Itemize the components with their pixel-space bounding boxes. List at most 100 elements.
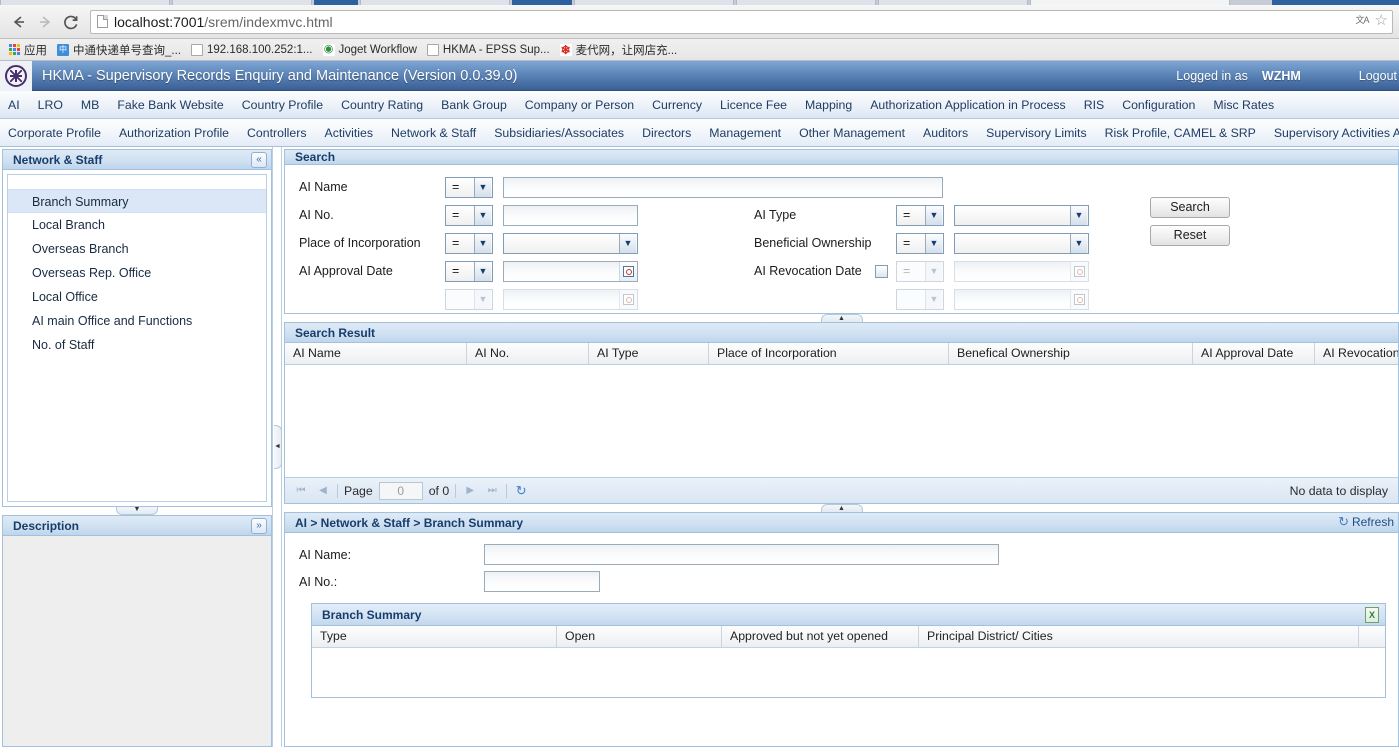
column-header[interactable]: AI Revocation Date bbox=[1315, 343, 1398, 364]
sidebar-item-branch-summary[interactable]: Branch Summary bbox=[8, 189, 266, 213]
calendar-icon[interactable] bbox=[1070, 290, 1088, 309]
menu-item-bank-group[interactable]: Bank Group bbox=[432, 91, 516, 119]
sidebar-item-no-of-staff[interactable]: No. of Staff bbox=[8, 333, 266, 357]
refresh-icon[interactable]: ↻ bbox=[1338, 515, 1349, 529]
date-input[interactable] bbox=[504, 290, 619, 309]
menu-item-currency[interactable]: Currency bbox=[643, 91, 711, 119]
submenu-item-management[interactable]: Management bbox=[700, 119, 790, 147]
date-input-group[interactable] bbox=[503, 289, 638, 310]
triangle-up-icon[interactable]: ▲ bbox=[821, 504, 863, 512]
refresh-icon[interactable]: ↻ bbox=[513, 483, 529, 499]
sidebar-item-local-office[interactable]: Local Office bbox=[8, 285, 266, 309]
search-result-splitter[interactable]: ▲ bbox=[284, 314, 1399, 322]
value-select[interactable]: ▼ bbox=[954, 233, 1089, 254]
operator-select[interactable]: =▼ bbox=[896, 261, 944, 282]
operator-select[interactable]: =▼ bbox=[445, 233, 493, 254]
result-detail-splitter[interactable]: ▲ bbox=[284, 504, 1399, 512]
enable-checkbox[interactable] bbox=[875, 265, 888, 278]
calendar-icon[interactable] bbox=[619, 290, 637, 309]
text-input[interactable] bbox=[503, 177, 943, 198]
sidebar-item-local-branch[interactable]: Local Branch bbox=[8, 213, 266, 237]
date-input-group[interactable] bbox=[954, 261, 1089, 282]
bookmark-item[interactable]: 中 中通快递单号查询_... bbox=[54, 41, 186, 59]
menu-item-ai[interactable]: AI bbox=[0, 91, 29, 119]
chevron-double-left-icon[interactable]: « bbox=[251, 152, 267, 168]
column-header[interactable]: AI No. bbox=[467, 343, 589, 364]
calendar-icon[interactable] bbox=[1070, 262, 1088, 281]
menu-item-mapping[interactable]: Mapping bbox=[796, 91, 861, 119]
reset-button[interactable]: Reset bbox=[1150, 225, 1230, 246]
menu-item-mb[interactable]: MB bbox=[72, 91, 108, 119]
menu-item-configuration[interactable]: Configuration bbox=[1113, 91, 1204, 119]
menu-item-country-profile[interactable]: Country Profile bbox=[233, 91, 332, 119]
operator-select[interactable]: =▼ bbox=[445, 177, 493, 198]
next-page-icon[interactable]: ▶ bbox=[462, 483, 478, 499]
operator-select[interactable]: ▼ bbox=[445, 289, 493, 310]
bookmark-item[interactable]: 192.168.100.252:1... bbox=[188, 43, 318, 57]
main-horizontal-splitter[interactable]: ◄ bbox=[272, 147, 282, 747]
submenu-item-auditors[interactable]: Auditors bbox=[914, 119, 977, 147]
submenu-item-network-staff[interactable]: Network & Staff bbox=[382, 119, 485, 147]
search-button[interactable]: Search bbox=[1150, 197, 1230, 218]
menu-item-licence-fee[interactable]: Licence Fee bbox=[711, 91, 796, 119]
submenu-item-controllers[interactable]: Controllers bbox=[238, 119, 315, 147]
date-input[interactable] bbox=[504, 262, 619, 281]
column-header[interactable]: Place of Incorporation bbox=[709, 343, 949, 364]
sidebar-item-overseas-branch[interactable]: Overseas Branch bbox=[8, 237, 266, 261]
menu-item-fake-bank-website[interactable]: Fake Bank Website bbox=[108, 91, 232, 119]
column-header[interactable]: Benefical Ownership bbox=[949, 343, 1193, 364]
menu-item-country-rating[interactable]: Country Rating bbox=[332, 91, 432, 119]
submenu-item-authorization-profile[interactable]: Authorization Profile bbox=[110, 119, 238, 147]
date-input[interactable] bbox=[955, 262, 1070, 281]
operator-select[interactable]: =▼ bbox=[445, 205, 493, 226]
prev-page-icon[interactable]: ◀ bbox=[315, 483, 331, 499]
bookmark-item[interactable]: HKMA - EPSS Sup... bbox=[424, 43, 555, 57]
forward-arrow-icon[interactable] bbox=[32, 9, 58, 35]
operator-select[interactable]: =▼ bbox=[896, 205, 944, 226]
triangle-up-icon[interactable]: ▲ bbox=[821, 314, 863, 322]
submenu-item-subsidiaries-associates[interactable]: Subsidiaries/Associates bbox=[485, 119, 633, 147]
menu-item-ris[interactable]: RIS bbox=[1075, 91, 1114, 119]
submenu-item-supervisory-activities-and-plans[interactable]: Supervisory Activities And Plans bbox=[1265, 119, 1399, 147]
date-input-group[interactable] bbox=[503, 261, 638, 282]
page-number-input[interactable]: 0 bbox=[379, 482, 423, 500]
date-input[interactable] bbox=[955, 290, 1070, 309]
sidebar-item-overseas-rep-office[interactable]: Overseas Rep. Office bbox=[8, 261, 266, 285]
calendar-icon[interactable] bbox=[619, 262, 637, 281]
menu-item-authorization-application-in-process[interactable]: Authorization Application in Process bbox=[861, 91, 1075, 119]
logout-link[interactable]: Logout bbox=[1359, 69, 1399, 83]
submenu-item-corporate-profile[interactable]: Corporate Profile bbox=[0, 119, 110, 147]
bookmark-apps[interactable]: 应用 bbox=[6, 41, 52, 59]
submenu-item-other-management[interactable]: Other Management bbox=[790, 119, 914, 147]
reload-icon[interactable] bbox=[58, 9, 84, 35]
sidebar-item-ai-main-office-and-functions[interactable]: AI main Office and Functions bbox=[8, 309, 266, 333]
translate-icon[interactable]: 文A bbox=[1355, 13, 1370, 28]
triangle-left-icon[interactable]: ◄ bbox=[274, 425, 282, 469]
column-header[interactable]: AI Type bbox=[589, 343, 709, 364]
menu-item-company-or-person[interactable]: Company or Person bbox=[516, 91, 643, 119]
menu-item-lro[interactable]: LRO bbox=[29, 91, 72, 119]
chevron-double-down-icon[interactable]: » bbox=[251, 518, 267, 534]
back-arrow-icon[interactable] bbox=[6, 9, 32, 35]
value-select[interactable]: ▼ bbox=[954, 205, 1089, 226]
refresh-label[interactable]: Refresh bbox=[1352, 515, 1394, 529]
operator-select[interactable]: ▼ bbox=[896, 289, 944, 310]
column-header[interactable]: Open bbox=[557, 626, 722, 647]
first-page-icon[interactable]: ⏮ bbox=[293, 483, 309, 499]
column-header[interactable]: AI Approval Date bbox=[1193, 343, 1315, 364]
bookmark-item[interactable]: ❄ 麦代网，让网店充... bbox=[557, 41, 683, 59]
star-icon[interactable]: ☆ bbox=[1375, 13, 1388, 28]
submenu-item-activities[interactable]: Activities bbox=[316, 119, 383, 147]
text-input[interactable] bbox=[503, 205, 638, 226]
text-input[interactable] bbox=[484, 544, 999, 565]
triangle-down-icon[interactable]: ▼ bbox=[116, 507, 158, 515]
operator-select[interactable]: =▼ bbox=[896, 233, 944, 254]
submenu-item-risk-profile-camel-srp[interactable]: Risk Profile, CAMEL & SRP bbox=[1096, 119, 1265, 147]
excel-export-icon[interactable]: X bbox=[1365, 607, 1379, 623]
text-input[interactable] bbox=[484, 571, 600, 592]
sidebar-vertical-splitter[interactable]: ▼ bbox=[2, 507, 272, 515]
value-select[interactable]: ▼ bbox=[503, 233, 638, 254]
address-bar[interactable]: localhost:7001/srem/indexmvc.html 文A ☆ bbox=[90, 10, 1393, 34]
operator-select[interactable]: =▼ bbox=[445, 261, 493, 282]
column-header[interactable]: Principal District/ Cities bbox=[919, 626, 1359, 647]
